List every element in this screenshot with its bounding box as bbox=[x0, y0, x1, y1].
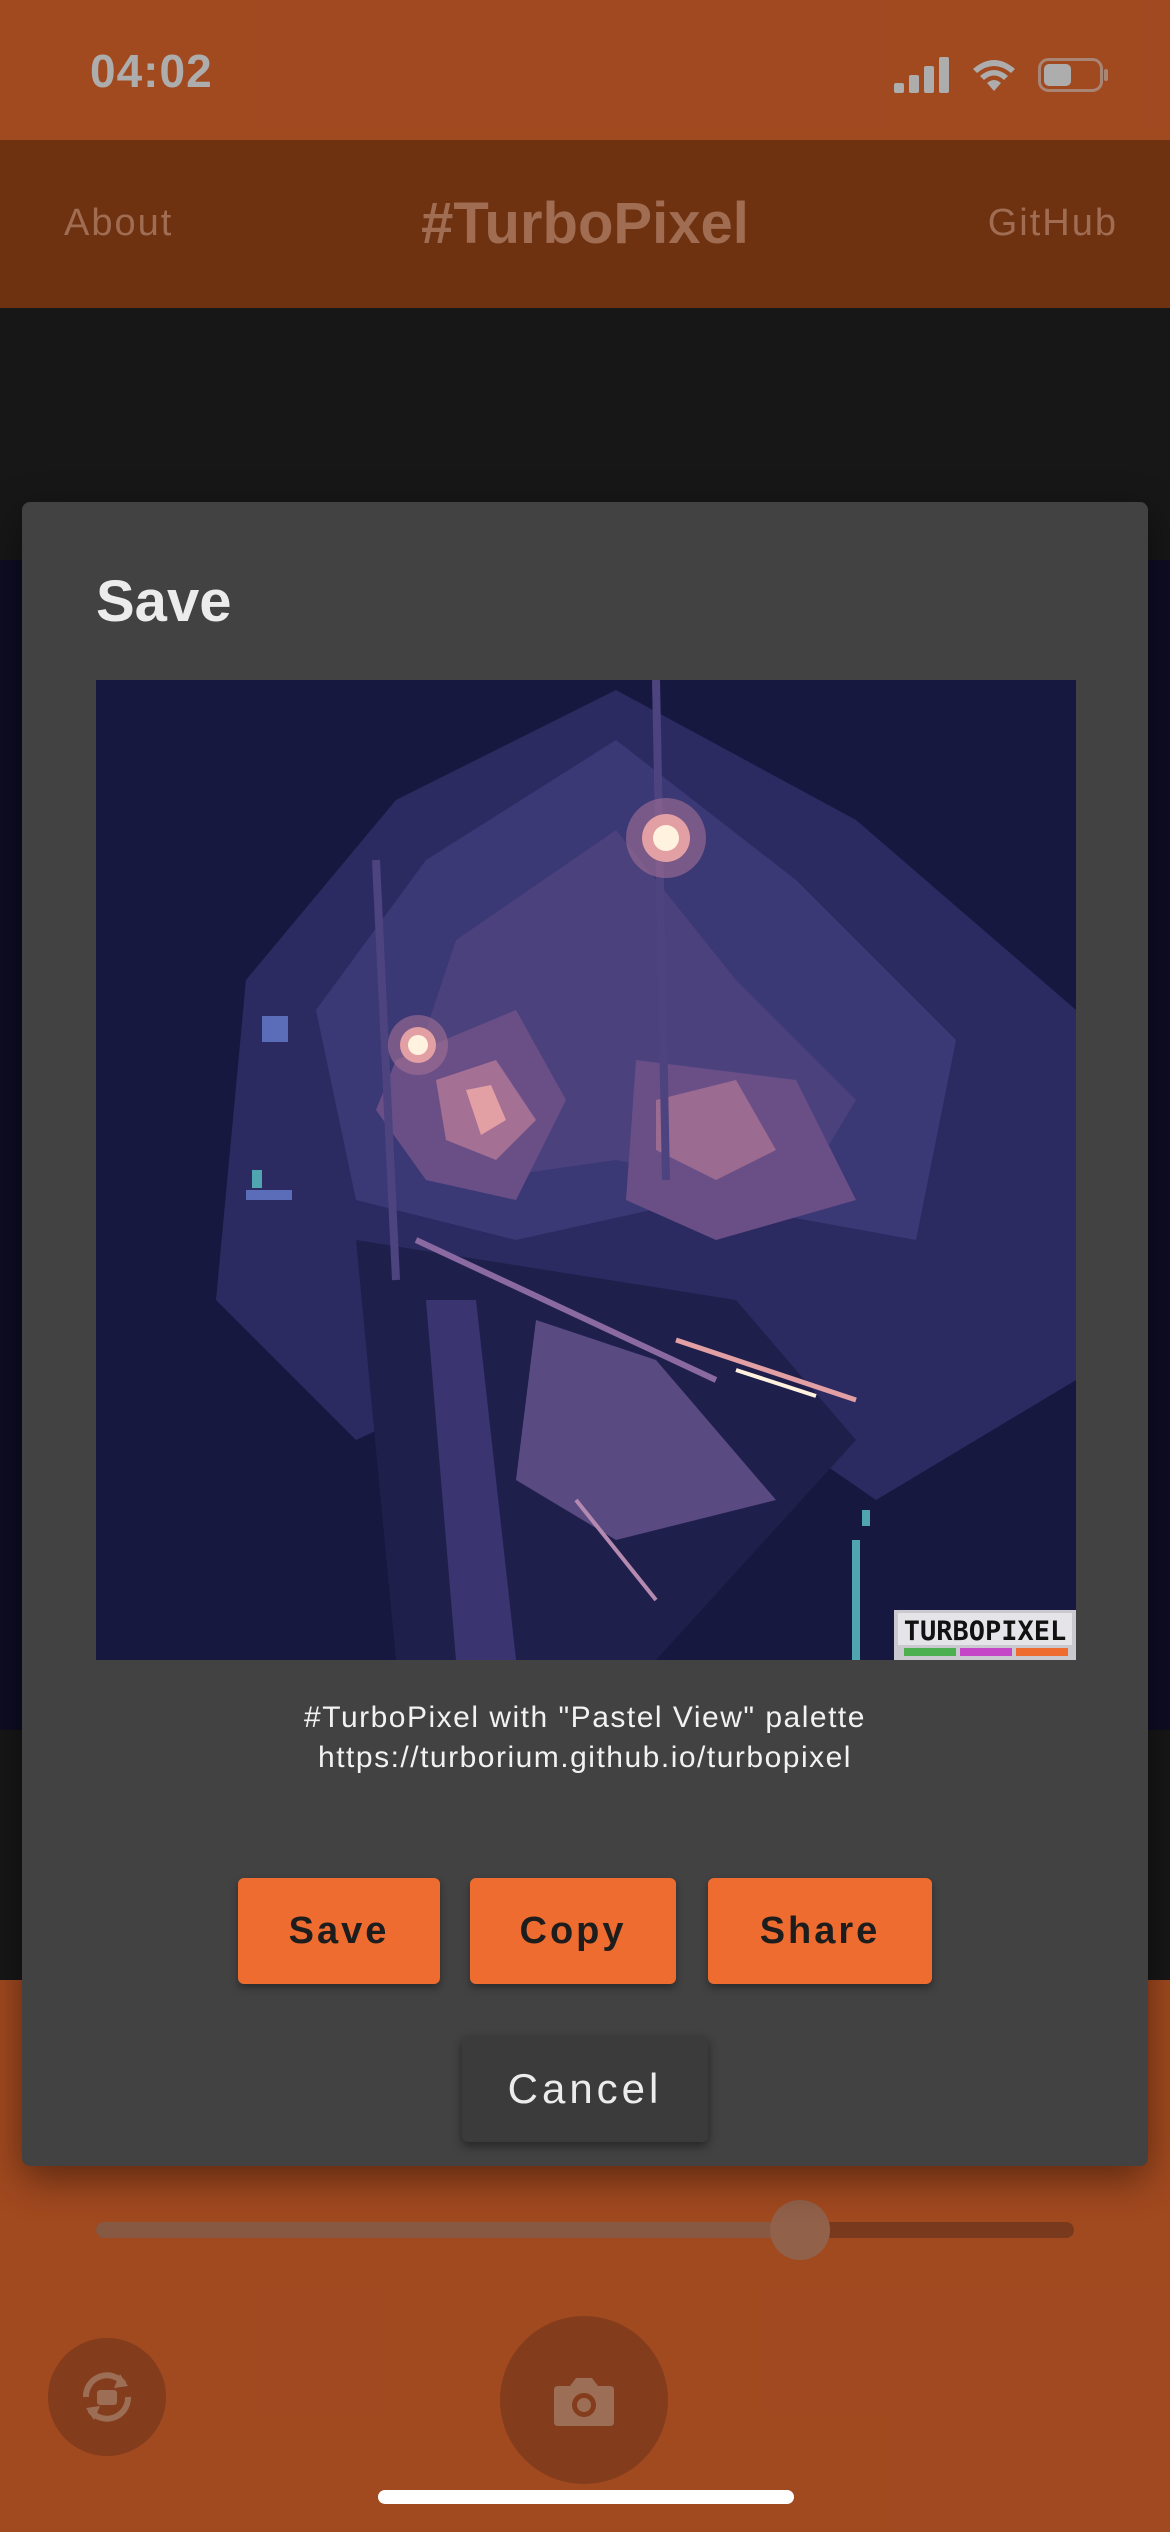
pixel-art-image: TURBOPIXEL bbox=[96, 680, 1076, 1660]
save-dialog: Save TURBOPIXEL #TurboPixel with "Pastel… bbox=[22, 502, 1148, 2166]
share-button[interactable]: Share bbox=[708, 1878, 932, 1984]
dialog-title: Save bbox=[96, 569, 232, 634]
caption-line-url: https://turborium.github.io/turbopixel bbox=[318, 1741, 852, 1774]
share-caption: #TurboPixel with "Pastel View" palette h… bbox=[22, 1698, 1148, 1778]
caption-line-palette: #TurboPixel with "Pastel View" palette bbox=[304, 1701, 866, 1734]
home-indicator bbox=[378, 2490, 794, 2504]
cancel-button[interactable]: Cancel bbox=[462, 2036, 708, 2142]
watermark-text: TURBOPIXEL bbox=[904, 1616, 1067, 1647]
save-button[interactable]: Save bbox=[238, 1878, 440, 1984]
pixel-art-preview: TURBOPIXEL bbox=[96, 680, 1076, 1660]
copy-button[interactable]: Copy bbox=[470, 1878, 676, 1984]
